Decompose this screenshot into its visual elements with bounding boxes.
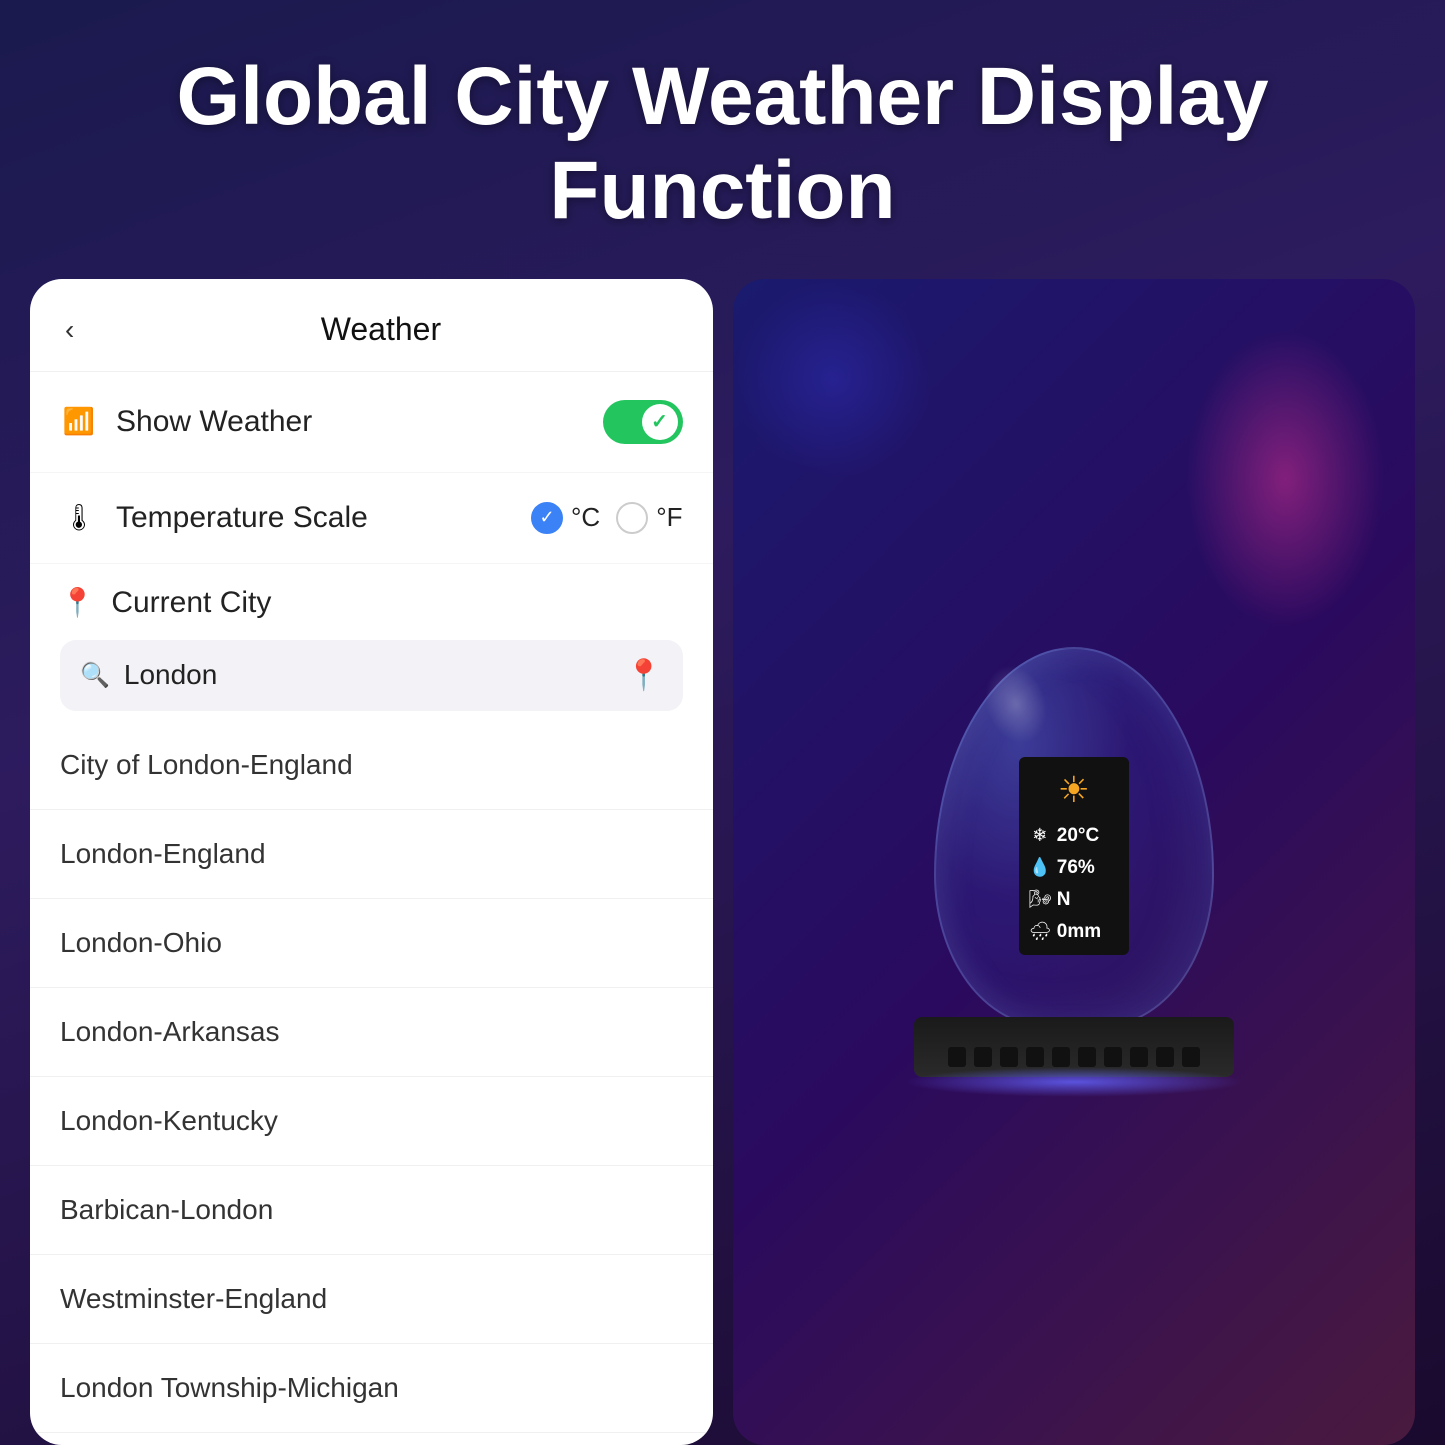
wind-value: N (1057, 889, 1071, 911)
location-icon: 📍 (60, 586, 95, 619)
city-list-item[interactable]: Westminster-England (30, 1255, 713, 1344)
wind-row: 🌬 N (1029, 889, 1071, 911)
base-slot (948, 1047, 966, 1067)
phone-header: ‹ Weather (30, 279, 713, 372)
temp-value: 20°C (1057, 825, 1099, 847)
current-city-section: 📍 Current City (30, 564, 713, 628)
photo-panel: ☀ ❄ 20°C 💧 76% 🌬 N 🌧 (733, 279, 1416, 1445)
celsius-option[interactable]: ✓ °C (531, 502, 600, 534)
location-pin-icon[interactable]: 📍 (625, 658, 662, 693)
rain-value: 0mm (1057, 921, 1101, 943)
background-blob-blue (733, 279, 933, 479)
city-list-item[interactable]: London-Ohio (30, 899, 713, 988)
city-list-item[interactable]: London-England (30, 810, 713, 899)
base-slot (1130, 1047, 1148, 1067)
base-slot (1026, 1047, 1044, 1067)
rain-icon: 🌧 (1029, 921, 1051, 942)
temp-scale-row: 🌡 Temperature Scale ✓ °C °F (30, 473, 713, 564)
search-box[interactable]: 🔍 London 📍 (60, 640, 683, 711)
celsius-label: °C (571, 502, 600, 533)
screen-title: Weather (79, 311, 682, 348)
base-slot (974, 1047, 992, 1067)
fahrenheit-option[interactable]: °F (616, 502, 682, 534)
background-blob-pink (1185, 329, 1385, 629)
sun-icon: ☀ (1058, 769, 1090, 811)
temp-options: ✓ °C °F (531, 502, 682, 534)
celsius-check: ✓ (539, 507, 554, 528)
city-list-item[interactable]: Barbican-London (30, 1166, 713, 1255)
base-slots (948, 1047, 1200, 1067)
weather-signal-icon: 📶 (60, 406, 98, 437)
weather-screen: ☀ ❄ 20°C 💧 76% 🌬 N 🌧 (1019, 757, 1129, 955)
phone-panel: ‹ Weather 📶 Show Weather ✓ 🌡 Temperature… (30, 279, 713, 1445)
search-icon: 🔍 (80, 661, 110, 690)
dome-shine (974, 656, 1058, 752)
fahrenheit-radio[interactable] (616, 502, 648, 534)
toggle-check-icon: ✓ (651, 409, 668, 434)
fahrenheit-label: °F (656, 502, 682, 533)
glass-dome: ☀ ❄ 20°C 💧 76% 🌬 N 🌧 (934, 647, 1214, 1027)
device-container: ☀ ❄ 20°C 💧 76% 🌬 N 🌧 (914, 647, 1234, 1077)
base-slot (1052, 1047, 1070, 1067)
city-list-item[interactable]: London Township-Michigan (30, 1344, 713, 1433)
humidity-value: 76% (1057, 857, 1095, 879)
base-slot (1078, 1047, 1096, 1067)
show-weather-label: Show Weather (116, 405, 603, 439)
base-slot (1182, 1047, 1200, 1067)
temp-icon: ❄ (1029, 825, 1051, 846)
current-city-title: Current City (111, 586, 271, 619)
humidity-row: 💧 76% (1029, 857, 1095, 879)
base-slot (1000, 1047, 1018, 1067)
base-slot (1104, 1047, 1122, 1067)
city-list: City of London-EnglandLondon-EnglandLond… (30, 721, 713, 1445)
base-slot (1156, 1047, 1174, 1067)
content-row: ‹ Weather 📶 Show Weather ✓ 🌡 Temperature… (0, 279, 1445, 1445)
humidity-icon: 💧 (1029, 857, 1051, 878)
thermometer-icon: 🌡 (60, 502, 98, 533)
toggle-knob: ✓ (642, 404, 678, 440)
city-list-item[interactable]: City of London-England (30, 721, 713, 810)
wind-icon: 🌬 (1029, 889, 1051, 910)
show-weather-row: 📶 Show Weather ✓ (30, 372, 713, 473)
city-list-item[interactable]: London-Kentucky (30, 1077, 713, 1166)
back-button[interactable]: ‹ (60, 309, 79, 351)
rain-row: 🌧 0mm (1029, 921, 1101, 943)
temp-row: ❄ 20°C (1029, 825, 1099, 847)
city-list-item[interactable]: London-Arkansas (30, 988, 713, 1077)
glow-effect (904, 1067, 1244, 1097)
search-input[interactable]: London (124, 659, 611, 691)
show-weather-toggle[interactable]: ✓ (603, 400, 683, 444)
temp-scale-label: Temperature Scale (116, 501, 531, 535)
celsius-radio[interactable]: ✓ (531, 502, 563, 534)
page-title: Global City Weather Display Function (0, 0, 1445, 279)
